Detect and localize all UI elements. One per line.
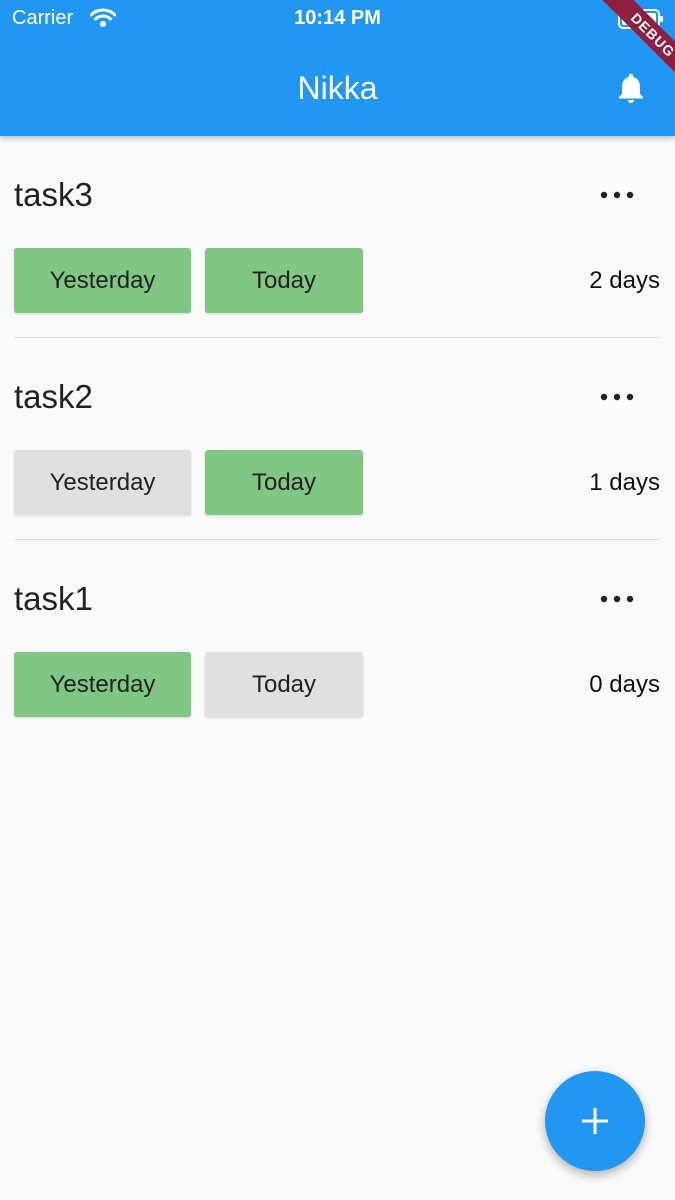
plus-icon (582, 1108, 608, 1134)
app-bar: Carrier 10:14 PM Nikka (0, 0, 675, 136)
task-name: task2 (14, 378, 93, 415)
debug-banner-label: DEBUG (595, 0, 675, 80)
more-options-icon[interactable] (592, 584, 642, 614)
yesterday-button[interactable]: Yesterday (14, 652, 191, 717)
app-title: Nikka (297, 70, 378, 106)
task-list: task3 Yesterday Today 2 days task2 Yeste… (0, 136, 675, 742)
today-button[interactable]: Today (205, 450, 363, 515)
add-task-button[interactable] (545, 1071, 645, 1171)
more-options-icon[interactable] (592, 382, 642, 412)
task-name: task1 (14, 580, 93, 617)
streak-count: 1 days (589, 469, 660, 496)
task-name: task3 (14, 176, 93, 213)
status-time: 10:14 PM (294, 7, 381, 29)
yesterday-button[interactable]: Yesterday (14, 248, 191, 313)
debug-banner: DEBUG (595, 0, 675, 80)
status-bar: Carrier 10:14 PM (0, 0, 675, 40)
task-row: task1 Yesterday Today 0 days (0, 540, 675, 742)
today-button[interactable]: Today (205, 652, 363, 717)
yesterday-button[interactable]: Yesterday (14, 450, 191, 515)
more-options-icon[interactable] (592, 180, 642, 210)
today-button[interactable]: Today (205, 248, 363, 313)
streak-count: 2 days (589, 267, 660, 294)
streak-count: 0 days (589, 671, 660, 698)
task-row: task3 Yesterday Today 2 days (0, 136, 675, 338)
task-row: task2 Yesterday Today 1 days (0, 338, 675, 540)
